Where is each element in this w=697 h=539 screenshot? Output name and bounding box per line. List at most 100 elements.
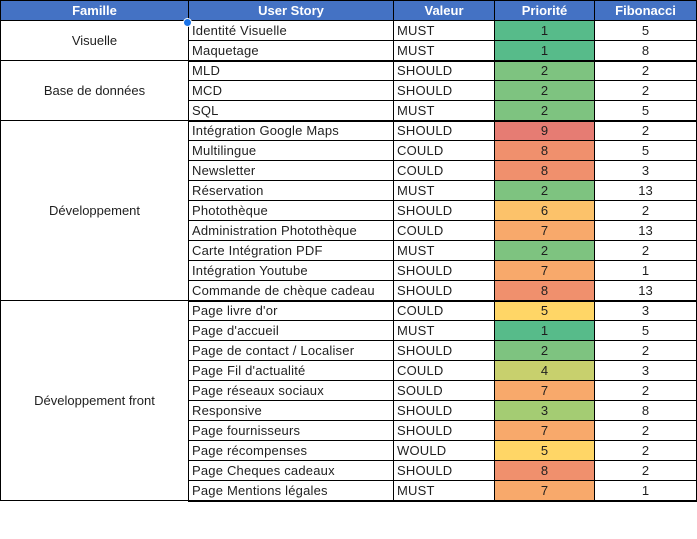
fibonacci-cell[interactable]: 2 [594, 240, 697, 261]
fibonacci-cell[interactable]: 5 [594, 100, 697, 122]
user-story-cell[interactable]: Intégration Youtube [188, 260, 394, 281]
valeur-cell[interactable]: SHOULD [393, 60, 495, 81]
user-story-cell[interactable]: Page fournisseurs [188, 420, 394, 441]
fibonacci-cell[interactable]: 2 [594, 440, 697, 461]
user-story-cell[interactable]: MLD [188, 60, 394, 81]
priorite-cell[interactable]: 7 [494, 380, 595, 401]
user-story-cell[interactable]: Photothèque [188, 200, 394, 221]
valeur-cell[interactable]: MUST [393, 320, 495, 341]
fibonacci-cell[interactable]: 5 [594, 20, 697, 41]
priorite-cell[interactable]: 5 [494, 440, 595, 461]
priorite-cell[interactable]: 8 [494, 140, 595, 161]
valeur-cell[interactable]: SHOULD [393, 260, 495, 281]
fibonacci-cell[interactable]: 1 [594, 480, 697, 502]
valeur-cell[interactable]: WOULD [393, 440, 495, 461]
user-story-cell[interactable]: Responsive [188, 400, 394, 421]
valeur-cell[interactable]: MUST [393, 100, 495, 122]
user-story-cell[interactable]: Maquetage [188, 40, 394, 62]
fibonacci-cell[interactable]: 5 [594, 320, 697, 341]
valeur-cell[interactable]: MUST [393, 240, 495, 261]
priorite-cell[interactable]: 8 [494, 460, 595, 481]
priorite-cell[interactable]: 2 [494, 60, 595, 81]
valeur-cell[interactable]: MUST [393, 40, 495, 62]
priorite-cell[interactable]: 2 [494, 340, 595, 361]
fibonacci-cell[interactable]: 2 [594, 120, 697, 141]
user-story-cell[interactable]: Commande de chèque cadeau [188, 280, 394, 302]
fibonacci-cell[interactable]: 5 [594, 140, 697, 161]
valeur-cell[interactable]: SHOULD [393, 420, 495, 441]
fibonacci-cell[interactable]: 2 [594, 80, 697, 101]
fibonacci-cell[interactable]: 2 [594, 420, 697, 441]
valeur-cell[interactable]: COULD [393, 360, 495, 381]
famille-cell[interactable]: Base de données [0, 60, 189, 121]
valeur-cell[interactable]: COULD [393, 220, 495, 241]
priorite-cell[interactable]: 7 [494, 260, 595, 281]
famille-cell[interactable]: Visuelle [0, 20, 189, 61]
fibonacci-cell[interactable]: 8 [594, 40, 697, 62]
user-story-cell[interactable]: Newsletter [188, 160, 394, 181]
header-valeur[interactable]: Valeur [393, 0, 495, 21]
header-user-story[interactable]: User Story [188, 0, 394, 21]
fibonacci-cell[interactable]: 8 [594, 400, 697, 421]
priorite-cell[interactable]: 7 [494, 420, 595, 441]
fibonacci-cell[interactable]: 2 [594, 60, 697, 81]
fibonacci-cell[interactable]: 2 [594, 340, 697, 361]
priorite-cell[interactable]: 8 [494, 280, 595, 302]
priorite-cell[interactable]: 1 [494, 20, 595, 41]
fibonacci-cell[interactable]: 2 [594, 380, 697, 401]
user-story-cell[interactable]: Page Cheques cadeaux [188, 460, 394, 481]
fibonacci-cell[interactable]: 3 [594, 360, 697, 381]
valeur-cell[interactable]: SHOULD [393, 200, 495, 221]
valeur-cell[interactable]: COULD [393, 140, 495, 161]
fibonacci-cell[interactable]: 2 [594, 200, 697, 221]
priorite-cell[interactable]: 1 [494, 320, 595, 341]
user-story-cell[interactable]: MCD [188, 80, 394, 101]
fibonacci-cell[interactable]: 3 [594, 300, 697, 321]
valeur-cell[interactable]: SHOULD [393, 80, 495, 101]
selection-fill-handle[interactable] [183, 18, 192, 27]
user-story-cell[interactable]: Page Mentions légales [188, 480, 394, 502]
user-story-cell[interactable]: Page récompenses [188, 440, 394, 461]
priorite-cell[interactable]: 2 [494, 240, 595, 261]
user-story-cell[interactable]: Identité Visuelle [188, 20, 394, 41]
user-story-cell[interactable]: Multilingue [188, 140, 394, 161]
user-story-cell[interactable]: Administration Photothèque [188, 220, 394, 241]
priorite-cell[interactable]: 5 [494, 300, 595, 321]
priorite-cell[interactable]: 2 [494, 100, 595, 122]
valeur-cell[interactable]: SHOULD [393, 280, 495, 302]
header-famille[interactable]: Famille [0, 0, 189, 21]
header-fibonacci[interactable]: Fibonacci [594, 0, 697, 21]
user-story-cell[interactable]: Page livre d'or [188, 300, 394, 321]
user-story-cell[interactable]: Page d'accueil [188, 320, 394, 341]
user-story-cell[interactable]: Intégration Google Maps [188, 120, 394, 141]
priorite-cell[interactable]: 2 [494, 180, 595, 201]
famille-cell[interactable]: Développement [0, 120, 189, 301]
fibonacci-cell[interactable]: 13 [594, 220, 697, 241]
priorite-cell[interactable]: 7 [494, 480, 595, 502]
fibonacci-cell[interactable]: 13 [594, 180, 697, 201]
priorite-cell[interactable]: 8 [494, 160, 595, 181]
header-priorite[interactable]: Priorité [494, 0, 595, 21]
valeur-cell[interactable]: SOULD [393, 380, 495, 401]
priorite-cell[interactable]: 6 [494, 200, 595, 221]
fibonacci-cell[interactable]: 2 [594, 460, 697, 481]
user-story-cell[interactable]: Réservation [188, 180, 394, 201]
priorite-cell[interactable]: 4 [494, 360, 595, 381]
user-story-cell[interactable]: Page de contact / Localiser [188, 340, 394, 361]
user-story-cell[interactable]: Carte Intégration PDF [188, 240, 394, 261]
priorite-cell[interactable]: 1 [494, 40, 595, 62]
valeur-cell[interactable]: MUST [393, 480, 495, 502]
fibonacci-cell[interactable]: 1 [594, 260, 697, 281]
valeur-cell[interactable]: MUST [393, 180, 495, 201]
user-story-cell[interactable]: Page Fil d'actualité [188, 360, 394, 381]
valeur-cell[interactable]: COULD [393, 160, 495, 181]
priorite-cell[interactable]: 7 [494, 220, 595, 241]
fibonacci-cell[interactable]: 3 [594, 160, 697, 181]
valeur-cell[interactable]: SHOULD [393, 460, 495, 481]
user-story-cell[interactable]: Page réseaux sociaux [188, 380, 394, 401]
valeur-cell[interactable]: COULD [393, 300, 495, 321]
famille-cell[interactable]: Développement front [0, 300, 189, 501]
user-story-cell[interactable]: SQL [188, 100, 394, 122]
priorite-cell[interactable]: 9 [494, 120, 595, 141]
valeur-cell[interactable]: SHOULD [393, 340, 495, 361]
